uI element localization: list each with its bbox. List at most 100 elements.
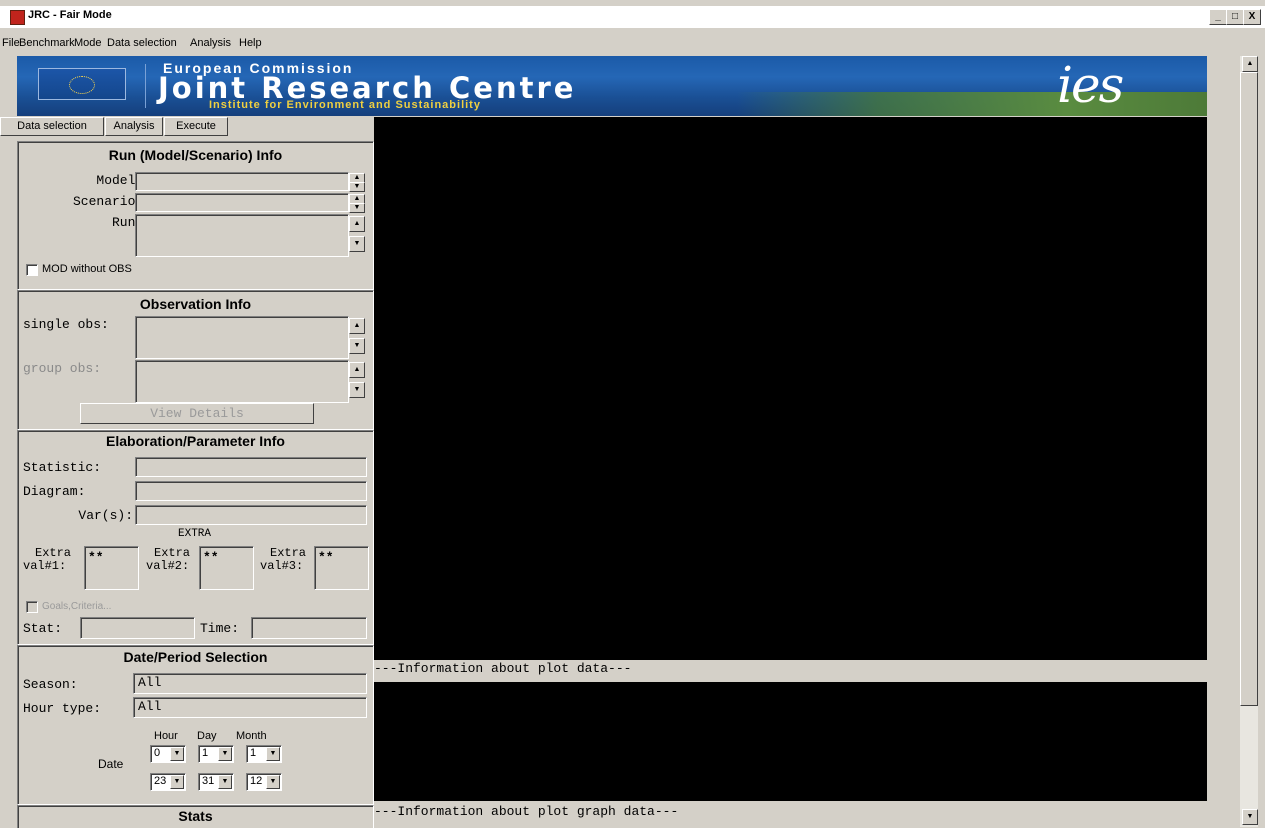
goals-criteria-checkbox[interactable] [26,601,38,613]
elaboration-info-title: Elaboration/Parameter Info [106,433,285,449]
menu-mode[interactable]: Mode [74,37,102,49]
hour-column-label: Hour [154,730,178,742]
extra1-label-b: val#1: [23,559,67,573]
scenarios-field[interactable] [135,193,349,212]
vars-field[interactable] [135,505,367,525]
end-hour-select[interactable]: 23 ▼ [150,773,186,791]
eu-flag-logo [38,68,126,100]
extra1-field[interactable]: ** [84,546,139,590]
start-hour-value: 0 [154,747,161,759]
group-obs-scroll-up-icon[interactable]: ▲ [349,362,365,378]
diagram-label: Diagram: [23,484,86,499]
extra1-value: ** [88,550,104,565]
end-hour-value: 23 [154,775,167,787]
scroll-up-icon[interactable]: ▲ [1242,56,1258,72]
extra2-label: Extra [154,546,191,560]
stat-label: Stat: [23,621,63,636]
menu-analysis[interactable]: Analysis [190,37,231,49]
jrc-banner: European Commission Joint Research Centr… [17,56,1207,116]
season-field[interactable]: All [133,673,367,694]
time-label: Time: [200,621,240,636]
models-field[interactable] [135,172,349,191]
start-day-value: 1 [202,747,209,759]
extra-header: EXTRA [178,528,212,540]
elaboration-info-panel: Elaboration/Parameter Info Statistic: Di… [17,430,374,645]
mod-without-obs-checkbox[interactable] [26,264,38,276]
date-period-title: Date/Period Selection [123,649,268,665]
day-column-label: Day [197,730,217,742]
chevron-down-icon[interactable]: ▼ [266,747,280,761]
stats-panel: Stats [17,805,374,828]
menubar: File Benchmark Mode Data selection Analy… [0,32,1240,52]
run-info-panel: Run (Model/Scenario) Info Models: ▲ ▼ Sc… [17,141,374,290]
plot-canvas[interactable] [374,117,1207,660]
single-obs-list[interactable] [135,316,349,359]
statistic-label: Statistic: [23,460,102,475]
scrollbar-thumb[interactable] [1240,72,1258,706]
minimize-button[interactable]: _ [1209,9,1227,25]
group-obs-list[interactable] [135,360,349,403]
time-field[interactable] [251,617,367,639]
chevron-down-icon[interactable]: ▼ [218,747,232,761]
hour-type-label: Hour type: [23,701,102,716]
close-button[interactable]: X [1243,9,1261,25]
chevron-down-icon[interactable]: ▼ [170,747,184,761]
diagram-field[interactable] [135,481,367,501]
scroll-down-icon[interactable]: ▼ [1242,809,1258,825]
window-title: JRC - Fair Mode [28,9,112,21]
stat-field[interactable] [80,617,195,639]
tab-analysis[interactable]: Analysis [105,117,163,136]
chevron-down-icon[interactable]: ▼ [170,775,184,789]
view-details-button[interactable]: View Details [80,403,314,424]
banner-institute: Institute for Environment and Sustainabi… [209,99,481,111]
menu-help[interactable]: Help [239,37,262,49]
start-hour-select[interactable]: 0 ▼ [150,745,186,763]
season-value: All [138,675,162,690]
group-obs-scroll-down-icon[interactable]: ▼ [349,382,365,398]
models-spin-down-icon[interactable]: ▼ [349,182,365,192]
menu-file[interactable]: File [2,37,20,49]
tab-execute[interactable]: Execute [164,117,228,136]
start-day-select[interactable]: 1 ▼ [198,745,234,763]
app-icon[interactable] [10,10,25,25]
chevron-down-icon[interactable]: ▼ [266,775,280,789]
title-bar [0,6,1265,28]
group-obs-label: group obs: [23,361,102,376]
extra2-label-b: val#2: [146,559,190,573]
month-column-label: Month [236,730,267,742]
runs-scroll-up-icon[interactable]: ▲ [349,216,365,232]
statistic-field[interactable] [135,457,367,477]
plot-data-info-box[interactable] [374,682,1207,801]
ies-logo: ies [1057,56,1124,114]
maximize-button[interactable]: □ [1226,9,1244,25]
tab-data-selection[interactable]: Data selection [0,117,104,136]
hour-type-value: All [138,699,162,714]
end-month-select[interactable]: 12 ▼ [246,773,282,791]
end-day-select[interactable]: 31 ▼ [198,773,234,791]
extra1-label: Extra [35,546,72,560]
extra3-label-b: val#3: [260,559,304,573]
start-month-value: 1 [250,747,257,759]
start-month-select[interactable]: 1 ▼ [246,745,282,763]
date-label: Date [98,757,124,771]
scenarios-spin-down-icon[interactable]: ▼ [349,203,365,213]
single-obs-label: single obs: [23,317,109,332]
menu-benchmark[interactable]: Benchmark [19,37,75,49]
observation-info-panel: Observation Info single obs: ▲ ▼ group o… [17,290,374,430]
stats-title: Stats [178,808,213,824]
runs-scroll-down-icon[interactable]: ▼ [349,236,365,252]
hour-type-field[interactable]: All [133,697,367,718]
date-period-panel: Date/Period Selection Season: All Hour t… [17,645,374,805]
extra3-field[interactable]: ** [314,546,369,590]
end-month-value: 12 [250,775,263,787]
runs-list[interactable] [135,214,349,257]
run-info-title: Run (Model/Scenario) Info [108,147,283,163]
chevron-down-icon[interactable]: ▼ [218,775,232,789]
extra3-label: Extra [270,546,307,560]
menu-data-selection[interactable]: Data selection [107,37,177,49]
single-obs-scroll-up-icon[interactable]: ▲ [349,318,365,334]
single-obs-scroll-down-icon[interactable]: ▼ [349,338,365,354]
observation-info-title: Observation Info [139,296,252,312]
extra3-value: ** [318,550,334,565]
extra2-field[interactable]: ** [199,546,254,590]
